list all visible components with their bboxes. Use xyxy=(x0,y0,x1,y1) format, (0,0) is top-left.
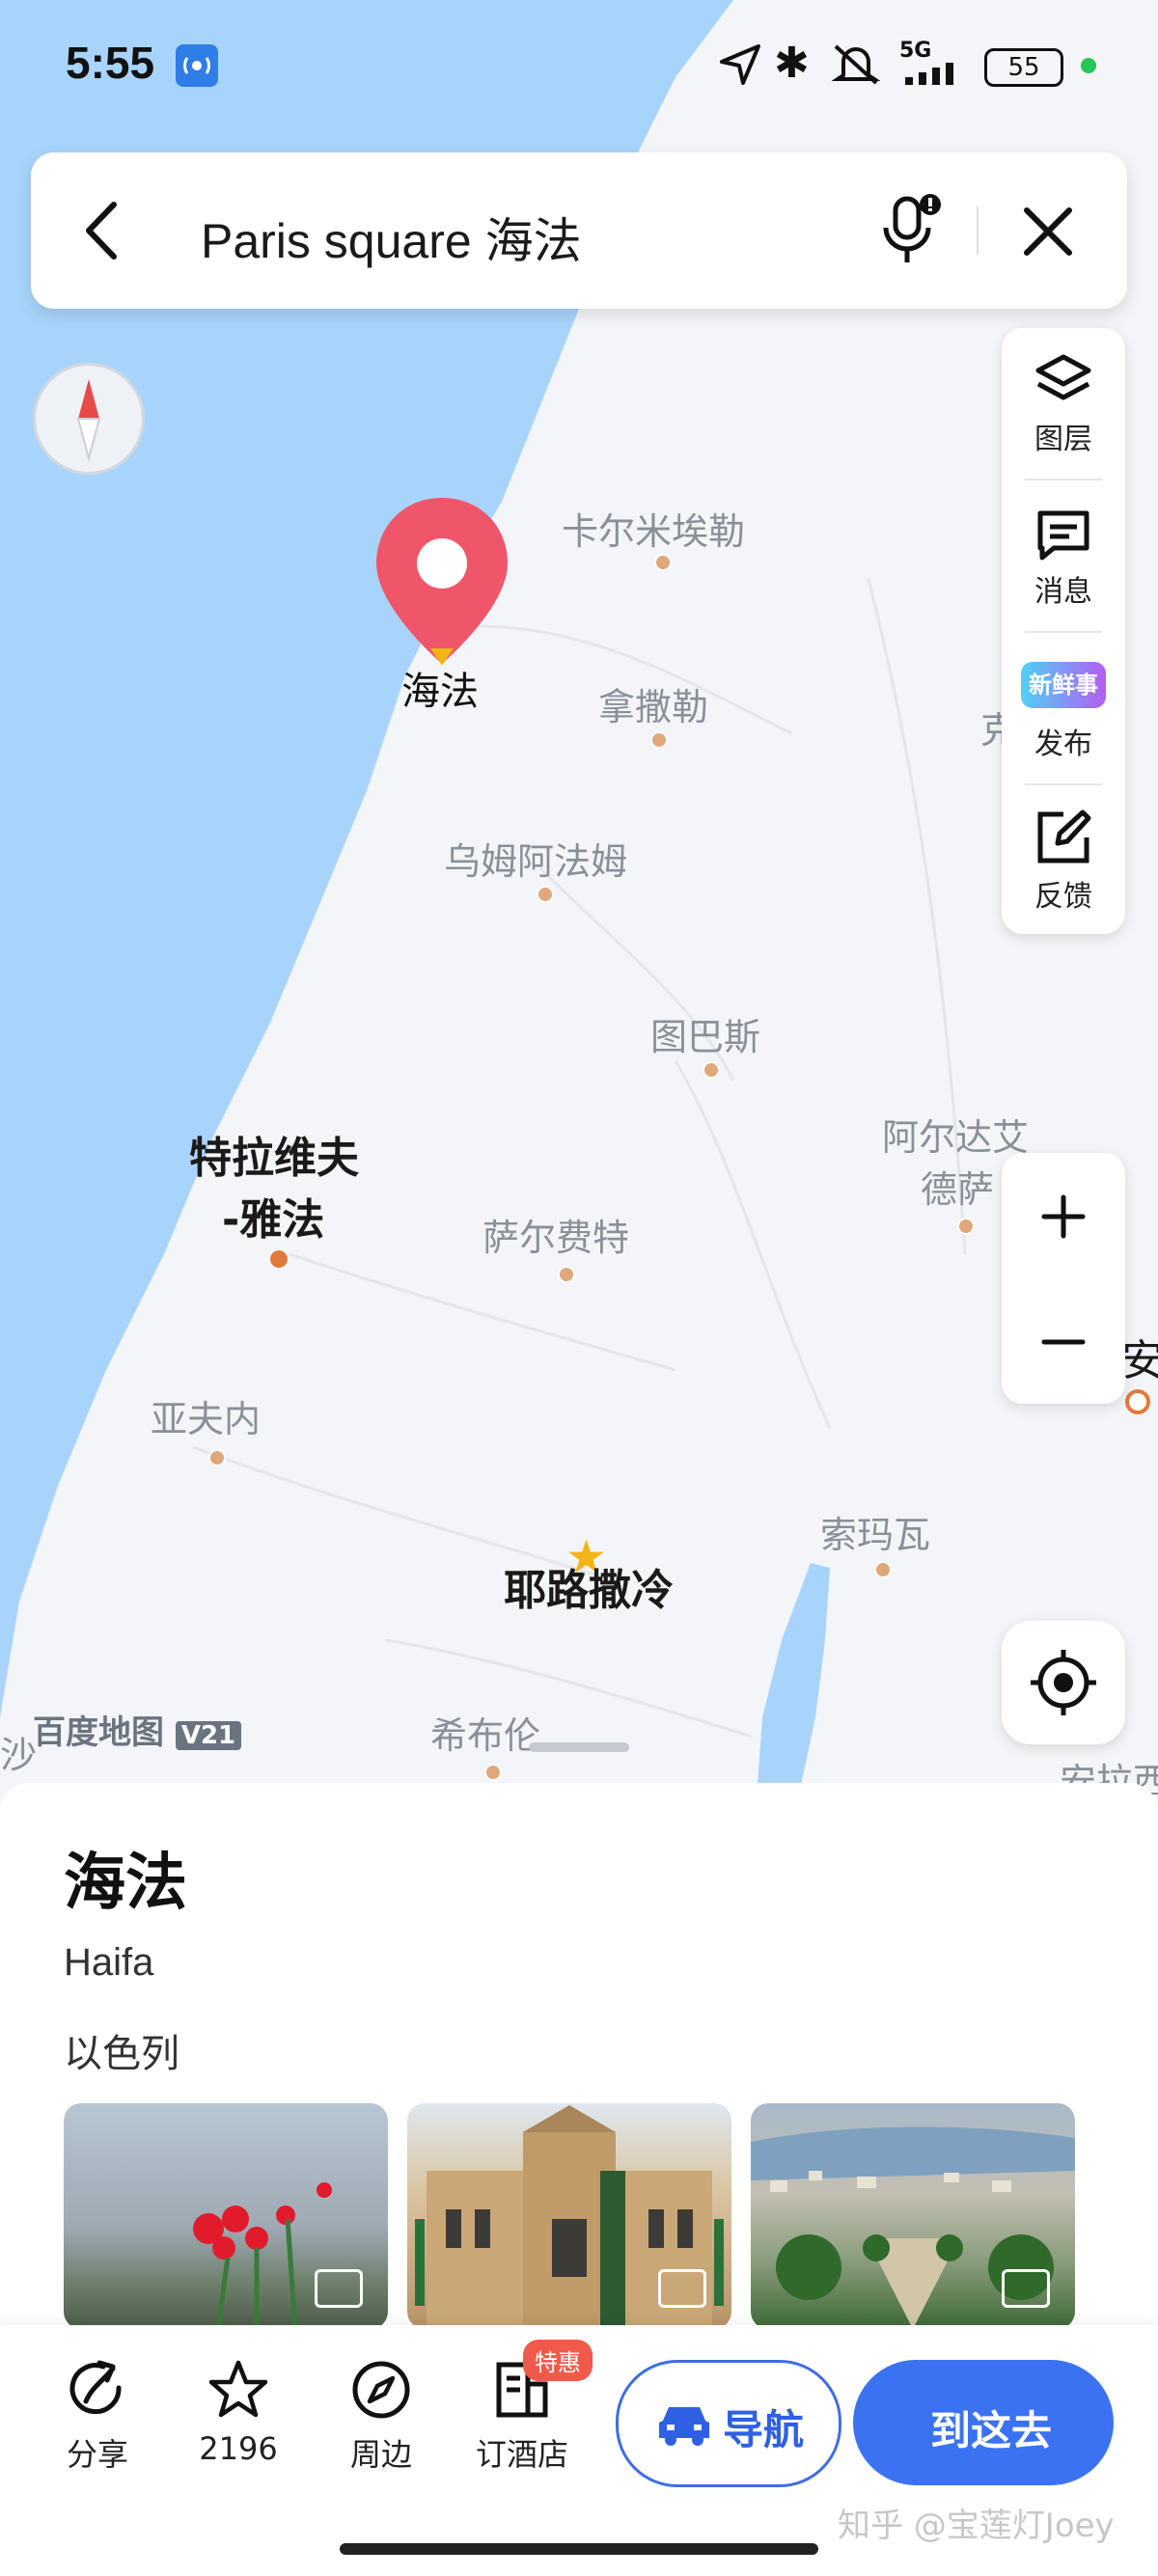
nearby-label: 周边 xyxy=(349,2436,412,2473)
status-time: 5:55 xyxy=(66,38,155,88)
city-label[interactable]: 卡尔米埃勒 xyxy=(562,502,745,555)
image-icon xyxy=(658,2269,706,2308)
mute-icon xyxy=(831,42,881,91)
back-arrow-icon[interactable] xyxy=(75,199,129,266)
city-label[interactable]: 德萨 xyxy=(921,1160,994,1213)
tool-label: 消息 xyxy=(1034,575,1092,609)
place-country: 以色列 xyxy=(64,2032,179,2076)
hotel-label: 订酒店 xyxy=(475,2436,568,2473)
city-dot xyxy=(558,1266,575,1283)
minus-icon xyxy=(1041,1339,1086,1345)
image-icon xyxy=(315,2269,363,2308)
privacy-dot-icon xyxy=(1081,58,1096,73)
watermark-text: 知乎 @宝莲灯Joey xyxy=(838,2507,1115,2545)
tool-publish[interactable]: 新鲜事 发布 xyxy=(1002,633,1125,783)
close-icon[interactable] xyxy=(1019,203,1077,264)
navigate-button[interactable]: 导航 xyxy=(616,2360,841,2487)
navigate-label: 导航 xyxy=(723,2406,805,2453)
city-label[interactable]: 图巴斯 xyxy=(650,1007,760,1060)
image-icon xyxy=(1002,2269,1050,2308)
location-pin-icon[interactable] xyxy=(372,494,511,677)
city-dot xyxy=(650,731,668,749)
map-brand-logo: 百度地图 V21 xyxy=(33,1706,242,1753)
city-dot xyxy=(703,1061,720,1079)
place-english-name: Haifa xyxy=(64,1941,154,1984)
dead-sea xyxy=(758,1563,830,1785)
city-dot xyxy=(484,1764,502,1781)
discount-badge: 特惠 xyxy=(523,2340,593,2381)
feedback-icon xyxy=(1037,809,1091,863)
tool-label: 发布 xyxy=(1034,727,1092,761)
city-label[interactable]: 索玛瓦 xyxy=(820,1505,930,1558)
hotspot-icon xyxy=(176,44,218,87)
battery-icon: 55 xyxy=(984,48,1063,87)
compass-icon[interactable] xyxy=(33,363,145,475)
tool-label: 图层 xyxy=(1034,423,1092,456)
car-icon xyxy=(659,2407,709,2446)
city-dot xyxy=(537,886,554,903)
status-bar: 5:55 ✱ 5G 55 xyxy=(0,0,1158,125)
city-label[interactable]: 萨尔费特 xyxy=(482,1208,629,1261)
place-photo[interactable] xyxy=(407,2103,731,2329)
sheet-drag-handle[interactable] xyxy=(529,1742,629,1752)
nearby-button[interactable]: 周边 xyxy=(318,2359,444,2475)
signal-icon xyxy=(903,62,973,89)
location-arrow-icon xyxy=(718,42,762,91)
city-label[interactable]: 亚夫内 xyxy=(151,1389,261,1442)
tool-feedback[interactable]: 反馈 xyxy=(1002,785,1125,936)
bluetooth-icon: ✱ xyxy=(774,39,810,88)
go-here-button[interactable]: 到这去 xyxy=(853,2360,1114,2485)
favorite-count: 2196 xyxy=(199,2430,278,2467)
city-label[interactable]: 安曼 xyxy=(1121,1326,1158,1387)
city-label[interactable]: 乌姆阿法姆 xyxy=(444,832,627,885)
favorite-button[interactable]: 2196 xyxy=(176,2359,301,2467)
place-title: 海法 xyxy=(64,1848,187,1919)
city-label-major[interactable]: 耶路撒冷 xyxy=(504,1555,674,1617)
compass-nearby-icon xyxy=(352,2361,410,2419)
city-dot xyxy=(874,1561,892,1578)
tool-label: 反馈 xyxy=(1034,880,1092,914)
crosshair-icon xyxy=(1031,1650,1096,1715)
network-type: 5G xyxy=(899,39,932,63)
place-photo[interactable] xyxy=(64,2103,388,2329)
star-icon xyxy=(208,2360,268,2418)
share-button[interactable]: 分享 xyxy=(35,2359,160,2475)
city-dot xyxy=(654,554,672,571)
map-tools-panel: 图层 消息 新鲜事 发布 反馈 xyxy=(1002,328,1125,934)
zoom-in-button[interactable] xyxy=(1002,1153,1125,1278)
map-edge-text: 沙 xyxy=(0,1734,38,1776)
publish-icon: 新鲜事 xyxy=(1021,662,1106,708)
share-label: 分享 xyxy=(66,2436,128,2473)
microphone-icon[interactable] xyxy=(876,193,944,272)
pin-label[interactable]: 海法 xyxy=(401,660,479,716)
city-label-major[interactable]: 特拉维夫 xyxy=(189,1123,359,1185)
share-icon xyxy=(69,2360,122,2415)
city-dot xyxy=(957,1218,975,1235)
zoom-control xyxy=(1002,1153,1125,1404)
city-dot xyxy=(268,1248,290,1270)
tool-messages[interactable]: 消息 xyxy=(1002,480,1125,631)
my-location-button[interactable] xyxy=(1002,1621,1125,1744)
plus-icon xyxy=(1041,1194,1086,1239)
search-divider xyxy=(977,206,979,255)
city-label-major[interactable]: -雅法 xyxy=(222,1185,324,1247)
tool-layers[interactable]: 图层 xyxy=(1002,328,1125,479)
go-here-label: 到这去 xyxy=(930,2407,1053,2454)
home-indicator[interactable] xyxy=(340,2543,818,2555)
search-input[interactable]: Paris square 海法 xyxy=(201,203,582,272)
layers-icon xyxy=(1035,354,1091,400)
map-version-badge: V21 xyxy=(175,1721,242,1750)
map-brand-text: 百度地图 xyxy=(33,1713,164,1752)
search-bar[interactable]: Paris square 海法 xyxy=(31,152,1127,309)
place-photo[interactable] xyxy=(751,2103,1075,2329)
city-label[interactable]: 拿撒勒 xyxy=(598,677,708,730)
message-icon xyxy=(1037,510,1089,561)
capital-dot-icon xyxy=(1125,1389,1150,1414)
city-dot xyxy=(208,1449,226,1466)
zoom-out-button[interactable] xyxy=(1002,1278,1125,1404)
city-label[interactable]: 希布伦 xyxy=(430,1706,540,1759)
